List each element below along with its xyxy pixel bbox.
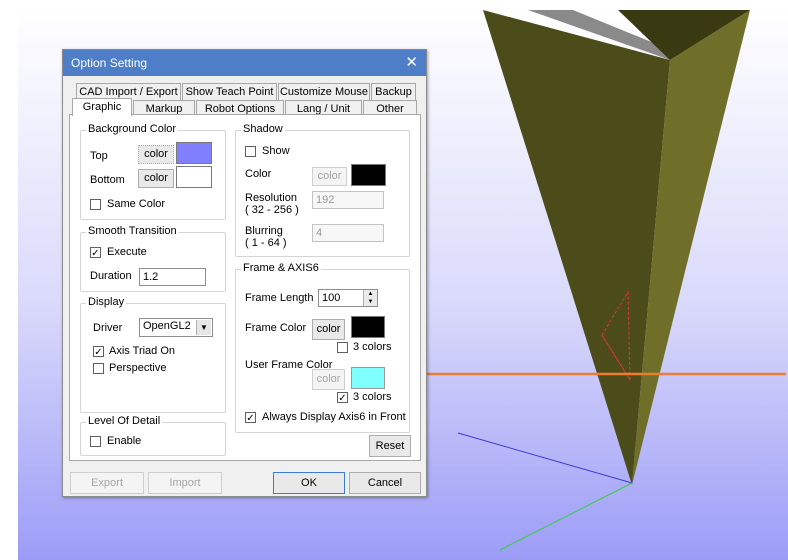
user-frame-color-swatch[interactable] xyxy=(351,367,385,389)
tab-show-teach-point[interactable]: Show Teach Point xyxy=(182,83,277,100)
export-button[interactable]: Export xyxy=(70,472,144,494)
dialog-titlebar[interactable]: Option Setting ✕ xyxy=(63,50,426,76)
frame-length-input[interactable]: 100 ▲ ▼ xyxy=(318,289,378,307)
driver-select[interactable]: OpenGL2 ▼ xyxy=(139,318,213,337)
bottom-color-swatch[interactable] xyxy=(176,166,212,188)
smooth-transition-title: Smooth Transition xyxy=(86,225,179,237)
reset-button[interactable]: Reset xyxy=(369,435,411,457)
top-color-button[interactable]: color xyxy=(138,145,174,164)
shadow-show-label: Show xyxy=(262,145,290,157)
top-label: Top xyxy=(90,150,108,162)
smooth-transition-group: Smooth Transition ✓ Execute Duration 1.2 xyxy=(80,225,226,292)
shadow-color-label: Color xyxy=(245,168,272,180)
tab-graphic[interactable]: Graphic xyxy=(72,98,132,116)
graphic-tab-panel: Background Color Top color Bottom color … xyxy=(69,114,421,461)
shadow-group: Shadow Show Color color Resolution ( 32 … xyxy=(235,123,410,257)
frame-length-value: 100 xyxy=(322,292,341,304)
display-title: Display xyxy=(86,296,127,308)
resolution-range: ( 32 - 256 ) xyxy=(245,204,299,216)
dialog-title: Option Setting xyxy=(71,56,148,70)
shadow-title: Shadow xyxy=(241,123,285,135)
background-color-group: Background Color Top color Bottom color … xyxy=(80,123,226,220)
driver-label: Driver xyxy=(93,322,123,334)
resolution-label: Resolution xyxy=(245,192,297,204)
ok-button[interactable]: OK xyxy=(273,472,345,494)
option-setting-dialog: Option Setting ✕ CAD Import / Export Sho… xyxy=(62,49,427,497)
top-color-swatch[interactable] xyxy=(176,142,212,164)
blurring-input[interactable]: 4 xyxy=(312,224,384,242)
tab-customize-mouse[interactable]: Customize Mouse xyxy=(278,83,370,100)
duration-input[interactable]: 1.2 xyxy=(139,268,206,286)
axis-y-line xyxy=(499,482,633,551)
spin-down-icon[interactable]: ▼ xyxy=(364,298,377,306)
display-group: Display Driver OpenGL2 ▼ ✓ Axis Triad On… xyxy=(80,296,226,413)
execute-label: Execute xyxy=(107,246,147,258)
same-color-checkbox[interactable] xyxy=(90,199,101,210)
user-three-colors-label: 3 colors xyxy=(353,391,392,403)
shadow-color-button[interactable]: color xyxy=(312,167,347,186)
frame-color-button[interactable]: color xyxy=(312,319,345,340)
axis-x-line xyxy=(457,432,633,484)
axis-triad-label: Axis Triad On xyxy=(109,345,176,357)
user-frame-color-button[interactable]: color xyxy=(312,369,345,390)
shadow-color-swatch[interactable] xyxy=(351,164,386,186)
blurring-range: ( 1 - 64 ) xyxy=(245,237,287,249)
level-of-detail-title: Level Of Detail xyxy=(86,415,163,427)
background-color-title: Background Color xyxy=(86,123,179,135)
frame-axis6-group: Frame & AXIS6 Frame Length 100 ▲ ▼ Frame… xyxy=(235,262,410,433)
tab-backup[interactable]: Backup xyxy=(371,83,416,100)
perspective-checkbox[interactable] xyxy=(93,363,104,374)
perspective-label: Perspective xyxy=(109,362,167,374)
enable-checkbox[interactable] xyxy=(90,436,101,447)
always-display-label: Always Display Axis6 in Front xyxy=(262,411,406,423)
blurring-label: Blurring xyxy=(245,225,283,237)
bottom-color-button[interactable]: color xyxy=(138,169,174,188)
enable-label: Enable xyxy=(107,435,142,447)
cancel-button[interactable]: Cancel xyxy=(349,472,421,494)
frame-color-swatch[interactable] xyxy=(351,316,385,338)
always-display-checkbox[interactable]: ✓ xyxy=(245,412,256,424)
bottom-label: Bottom xyxy=(90,174,125,186)
frame-length-label: Frame Length xyxy=(245,292,314,304)
level-of-detail-group: Level Of Detail Enable xyxy=(80,415,226,456)
frame-length-spinner[interactable]: ▲ ▼ xyxy=(363,290,377,306)
duration-label: Duration xyxy=(90,270,132,282)
close-icon[interactable]: ✕ xyxy=(405,53,418,71)
execute-checkbox[interactable]: ✓ xyxy=(90,247,101,259)
frame-color-label: Frame Color xyxy=(245,322,307,334)
same-color-label: Same Color xyxy=(107,198,166,210)
shadow-show-checkbox[interactable] xyxy=(245,146,256,157)
frame-three-colors-label: 3 colors xyxy=(353,341,392,353)
import-button[interactable]: Import xyxy=(148,472,222,494)
axis-triad-checkbox[interactable]: ✓ xyxy=(93,346,104,358)
chevron-down-icon[interactable]: ▼ xyxy=(196,320,211,335)
frame-three-colors-checkbox[interactable] xyxy=(337,342,348,353)
spin-up-icon[interactable]: ▲ xyxy=(364,290,377,298)
resolution-input[interactable]: 192 xyxy=(312,191,384,209)
frame-axis6-title: Frame & AXIS6 xyxy=(241,262,321,274)
user-three-colors-checkbox[interactable]: ✓ xyxy=(337,392,348,404)
driver-select-value: OpenGL2 xyxy=(143,320,191,332)
